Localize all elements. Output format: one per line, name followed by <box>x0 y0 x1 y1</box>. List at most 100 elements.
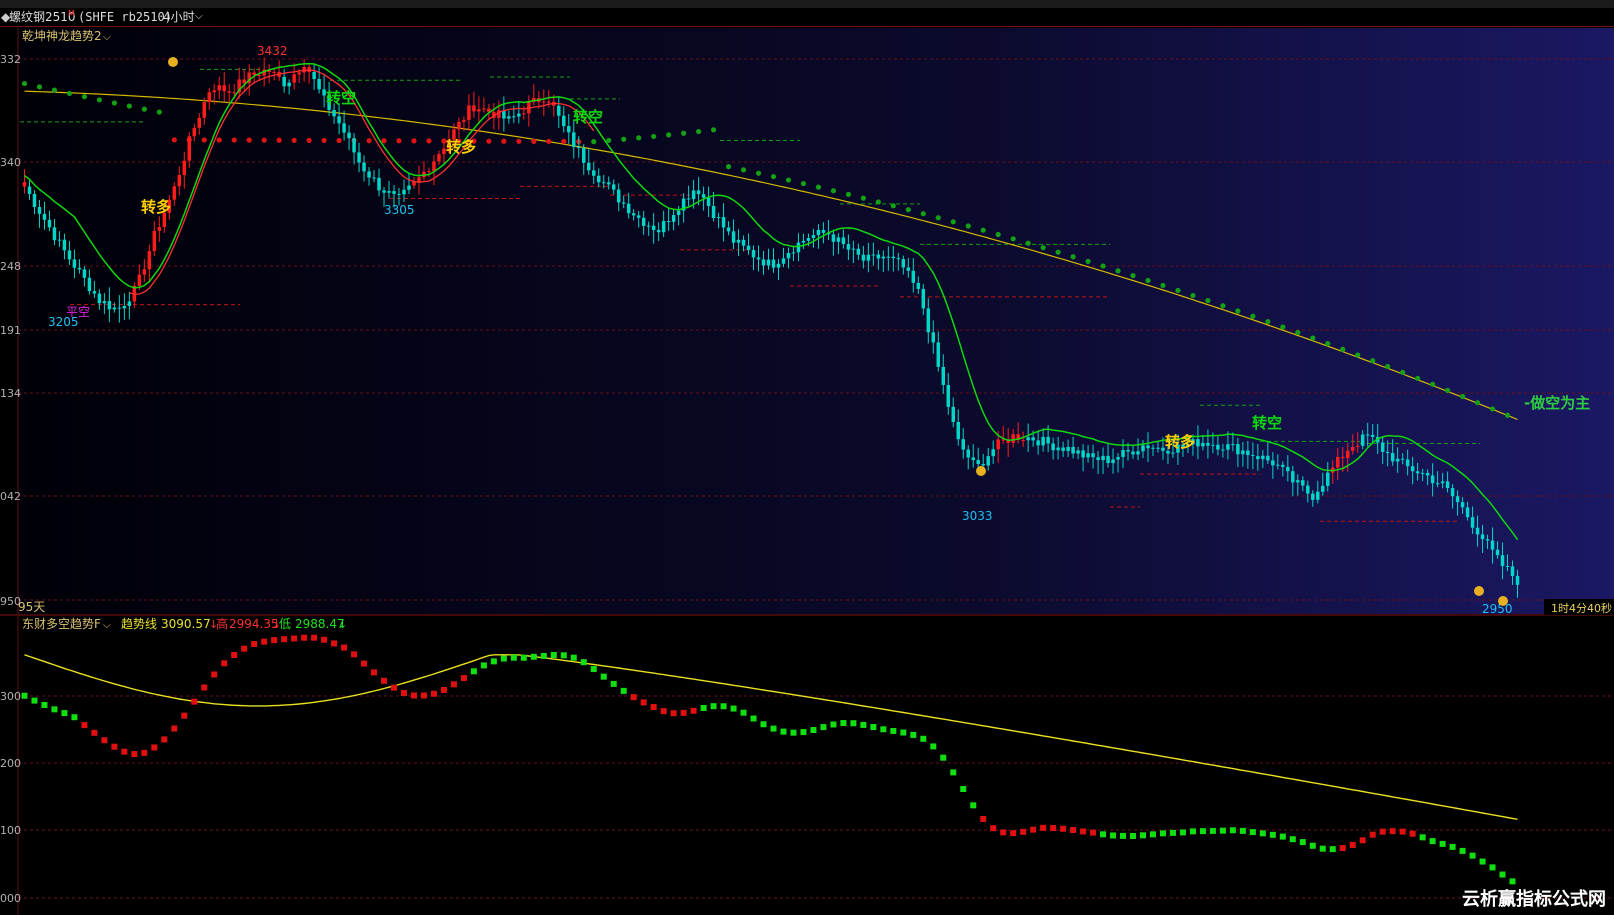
candle-body <box>122 305 127 309</box>
candle-body <box>1465 507 1470 518</box>
sub-trend-step <box>1499 871 1506 878</box>
indicator-chevron-icon[interactable]: ⌵ <box>103 620 111 631</box>
sub-trend-step <box>900 729 907 736</box>
sub-trend-step <box>1169 829 1176 836</box>
sub-trend-step <box>291 635 298 642</box>
sub-trend-step <box>590 666 597 673</box>
trend-dot <box>591 138 597 145</box>
sub-trend-step <box>670 710 677 717</box>
candle-body <box>427 171 431 173</box>
candle-body <box>357 152 361 163</box>
trend-dot <box>1444 387 1451 394</box>
sub-panel-background <box>18 616 1614 913</box>
sub-trend-step <box>1319 845 1326 852</box>
sub-trend-step <box>850 720 857 727</box>
sub-trend-step <box>1219 827 1226 834</box>
trend-dot <box>681 130 687 136</box>
trend-dot <box>1220 303 1226 309</box>
candle-body <box>1360 434 1365 446</box>
high-label: 高 <box>216 616 228 631</box>
candle-body <box>317 78 321 90</box>
trend-dot <box>1385 363 1391 370</box>
candle-body <box>1350 446 1355 451</box>
sub-trend-step <box>500 655 507 662</box>
coin-marker-icon <box>976 466 986 476</box>
trend-dot <box>1160 282 1166 289</box>
candle-body <box>776 263 781 268</box>
sub-trend-step <box>480 662 487 669</box>
main-indicator-name[interactable]: 乾坤神龙趋势2 <box>22 28 102 43</box>
candle-body <box>72 259 77 268</box>
trend-dot <box>636 135 642 141</box>
sub-trend-step <box>1100 831 1107 838</box>
sub-trend-step <box>820 724 827 731</box>
candle-body <box>1221 449 1225 451</box>
sub-trend-step <box>1269 831 1276 838</box>
trend-dot <box>1190 292 1196 299</box>
y-label: 191 <box>0 324 21 337</box>
sub-trend-step <box>1179 829 1186 836</box>
candle-body <box>1430 475 1435 484</box>
candle-body <box>97 293 102 304</box>
candle-body <box>1251 455 1255 457</box>
sub-trend-step <box>121 748 128 755</box>
trend-dot <box>890 203 896 209</box>
sub-trend-step <box>191 698 198 705</box>
sub-trend-step <box>1289 836 1296 843</box>
sub-trend-step <box>71 714 78 721</box>
candle-body <box>621 202 626 204</box>
candle-body <box>636 215 641 218</box>
trend-dot <box>1115 268 1121 274</box>
candle-body <box>1385 451 1390 454</box>
indicator-chevron-icon[interactable]: ⌵ <box>103 32 111 43</box>
candle-body <box>1470 517 1475 528</box>
sub-trend-step <box>1399 828 1406 835</box>
y-label: 248 <box>0 260 21 273</box>
candle-body <box>746 245 751 251</box>
trend-dot <box>1400 369 1406 376</box>
candle-body <box>926 308 931 333</box>
candle-body <box>1026 437 1030 441</box>
trend-dot <box>1489 406 1496 412</box>
sub-trend-step <box>91 729 98 736</box>
sub-trend-step <box>1369 831 1376 838</box>
candle-body <box>1316 491 1320 500</box>
candle-body <box>307 67 311 72</box>
candle-body <box>1241 450 1245 455</box>
trend-dot <box>1415 375 1421 381</box>
trend-dot <box>1250 313 1256 319</box>
candle-body <box>62 239 67 251</box>
trend-dot <box>1474 400 1481 406</box>
sub-trend-step <box>510 654 517 661</box>
sub-trend-step <box>1000 829 1007 836</box>
chart-canvas[interactable]: 乾坤神龙趋势2 ⌵ 95天 1时4分40秒 -做空为主 332 340 248 … <box>0 0 1614 915</box>
candle-body <box>1480 534 1485 540</box>
trend-dot <box>740 167 747 173</box>
candle-body <box>107 301 112 310</box>
trend-dot <box>1070 254 1076 260</box>
candle-body <box>1211 444 1215 446</box>
sub-trend-step <box>1339 845 1346 852</box>
sub-trend-step <box>221 660 228 667</box>
signal-flat-label: 平空 <box>66 305 90 319</box>
trend-dot <box>1430 381 1436 387</box>
sub-trend-step <box>381 677 388 684</box>
sub-trend-step <box>1090 829 1097 836</box>
sub-indicator-name[interactable]: 东财多空趋势F <box>22 617 101 631</box>
candle-body <box>856 248 861 255</box>
candle-body <box>547 101 551 103</box>
candle-body <box>242 79 246 84</box>
candle-body <box>801 240 806 243</box>
trend-dot <box>51 87 58 93</box>
signal-short-label: 转空 <box>1252 414 1282 432</box>
candle-body <box>192 127 197 137</box>
trend-dot <box>1459 393 1466 400</box>
sub-trend-step <box>660 708 667 715</box>
trend-dot <box>1010 236 1016 242</box>
sub-trend-step <box>630 694 637 701</box>
sub-trend-step <box>321 636 328 643</box>
sub-trend-step <box>41 701 48 708</box>
sub-trend-step <box>410 692 417 699</box>
trend-line-label: 趋势线 <box>121 617 157 631</box>
sub-trend-step <box>1080 828 1087 835</box>
